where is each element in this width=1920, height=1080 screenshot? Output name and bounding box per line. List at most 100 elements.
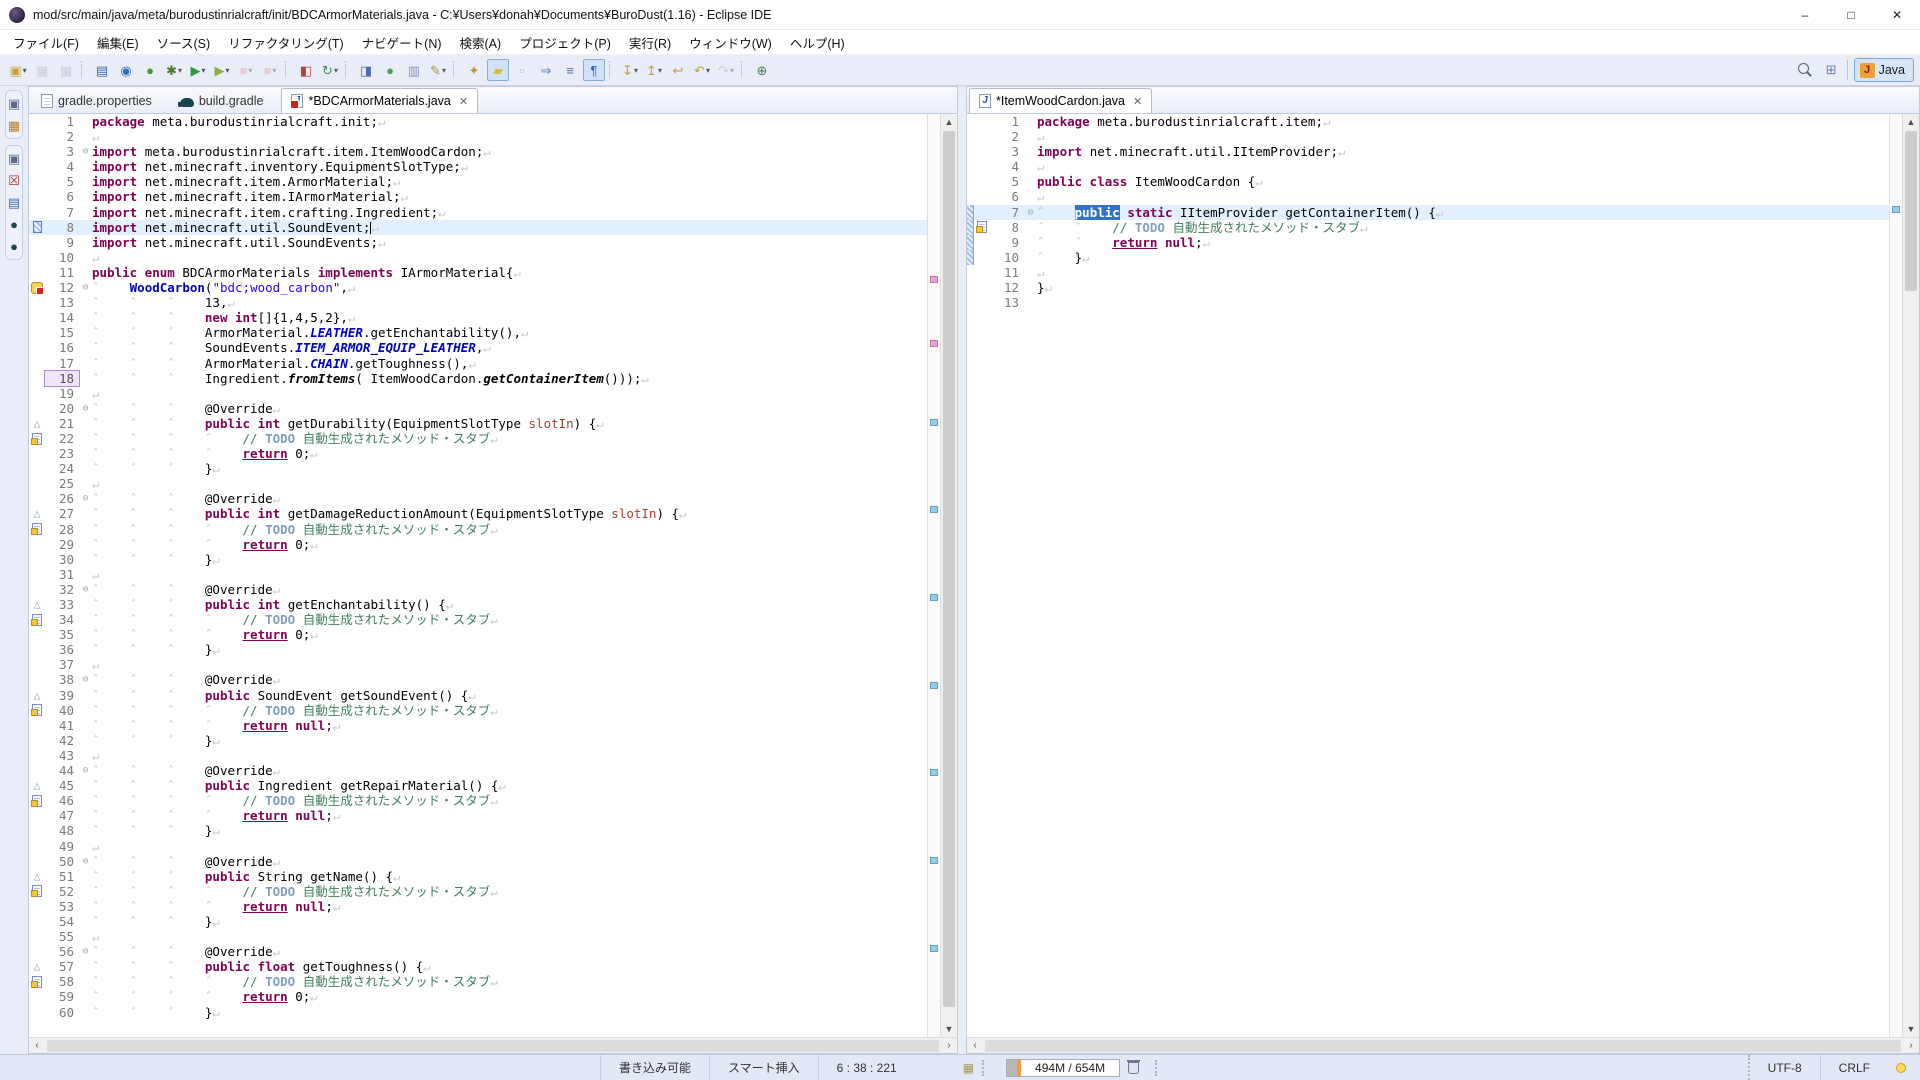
scroll-thumb[interactable]: [985, 1040, 1901, 1052]
code-line[interactable]: 31 ↵: [29, 567, 927, 582]
fold-marker[interactable]: [1024, 235, 1037, 250]
fold-marker[interactable]: [79, 597, 92, 612]
annotation-gutter[interactable]: [974, 295, 990, 310]
annotation-gutter[interactable]: [29, 310, 45, 325]
notification-bulb-icon[interactable]: [1896, 1063, 1906, 1073]
fold-marker[interactable]: [79, 989, 92, 1004]
fold-marker[interactable]: [79, 431, 92, 446]
code-line[interactable]: 33 ˆ ˆ ˆ public int getEnchantability() …: [29, 597, 927, 612]
fold-marker[interactable]: [1024, 280, 1037, 295]
fold-marker[interactable]: [79, 869, 92, 884]
overview-marker[interactable]: [930, 276, 938, 283]
vertical-scrollbar-left[interactable]: ▲ ▼: [940, 114, 957, 1037]
annotation-gutter[interactable]: [29, 250, 45, 265]
annotation-gutter[interactable]: [29, 657, 45, 672]
annotation-gutter[interactable]: [974, 159, 990, 174]
code-line[interactable]: 6 ↵: [967, 189, 1889, 204]
annotation-gutter[interactable]: [29, 582, 45, 597]
code-line[interactable]: 20 ⊖ ˆ ˆ ˆ @Override↵: [29, 401, 927, 416]
fold-marker[interactable]: ⊖: [79, 763, 92, 778]
back-button[interactable]: ↶ ▾: [691, 59, 713, 81]
fold-marker[interactable]: [79, 159, 92, 174]
annotation-gutter[interactable]: [29, 839, 45, 854]
annotation-gutter[interactable]: [29, 205, 45, 220]
annotation-gutter[interactable]: [29, 748, 45, 763]
code-line[interactable]: 26 ⊖ ˆ ˆ ˆ @Override↵: [29, 491, 927, 506]
annotation-gutter[interactable]: [29, 491, 45, 506]
annotation-gutter[interactable]: [29, 506, 45, 521]
fold-marker[interactable]: [79, 793, 92, 808]
fold-marker[interactable]: [79, 823, 92, 838]
scroll-down-arrow[interactable]: ▼: [1903, 1021, 1919, 1037]
annotation-gutter[interactable]: [29, 567, 45, 582]
code-line[interactable]: 60 ˆ ˆ ˆ }↵: [29, 1005, 927, 1020]
annotation-gutter[interactable]: [29, 144, 45, 159]
fold-marker[interactable]: ⊖: [79, 854, 92, 869]
fold-marker[interactable]: [79, 567, 92, 582]
fold-marker[interactable]: [79, 974, 92, 989]
coverage-button[interactable]: ▶ ▾: [211, 59, 233, 81]
annotation-gutter[interactable]: [29, 174, 45, 189]
code-line[interactable]: 11 public enum BDCArmorMaterials impleme…: [29, 265, 927, 280]
fold-marker[interactable]: ⊖: [79, 944, 92, 959]
fold-marker[interactable]: [79, 250, 92, 265]
scroll-right-arrow[interactable]: ›: [1903, 1040, 1919, 1051]
new-wizard-button[interactable]: ▣ ▾: [7, 59, 29, 81]
build-gradle-button[interactable]: ◉ ▾: [115, 59, 137, 81]
annotation-gutter[interactable]: [974, 129, 990, 144]
open-task-button[interactable]: ▤ ▾: [91, 59, 113, 81]
java-perspective-button[interactable]: J Java: [1854, 58, 1914, 82]
code-line[interactable]: 5 public class ItemWoodCardon {↵: [967, 174, 1889, 189]
editor-tab[interactable]: *BDCArmorMaterials.java ✕: [281, 88, 478, 113]
fold-marker[interactable]: [79, 386, 92, 401]
annotation-gutter[interactable]: [29, 793, 45, 808]
restore-view-button[interactable]: ▣: [8, 152, 20, 165]
fold-marker[interactable]: [79, 506, 92, 521]
code-line[interactable]: 36 ˆ ˆ ˆ }↵: [29, 642, 927, 657]
debug-button[interactable]: ✱ ▾: [163, 59, 185, 81]
annotation-gutter[interactable]: [29, 461, 45, 476]
open-perspective-icon[interactable]: ⊞: [1826, 62, 1837, 78]
fold-marker[interactable]: [1024, 159, 1037, 174]
code-line[interactable]: 44 ⊖ ˆ ˆ ˆ @Override↵: [29, 763, 927, 778]
gradle-executions-view-button[interactable]: ●: [10, 240, 18, 253]
menu-item[interactable]: ナビゲート(N): [353, 30, 451, 55]
code-line[interactable]: 30 ˆ ˆ ˆ }↵: [29, 552, 927, 567]
code-editor-left[interactable]: 1 package meta.burodustinrialcraft.init;…: [29, 114, 927, 1037]
external-annotations-button[interactable]: ✎ ▾: [427, 59, 449, 81]
paste-clipboard-button[interactable]: ▥ ▾: [403, 59, 425, 81]
annotation-gutter[interactable]: [29, 356, 45, 371]
code-line[interactable]: 54 ˆ ˆ ˆ }↵: [29, 914, 927, 929]
fold-marker[interactable]: [79, 416, 92, 431]
annotation-gutter[interactable]: [29, 672, 45, 687]
code-line[interactable]: 2 ↵: [967, 129, 1889, 144]
code-line[interactable]: 1 package meta.burodustinrialcraft.init;…: [29, 114, 927, 129]
code-line[interactable]: 29 ˆ ˆ ˆ ˆ return 0;↵: [29, 537, 927, 552]
fold-marker[interactable]: [79, 295, 92, 310]
fold-marker[interactable]: [79, 205, 92, 220]
call-hierarchy-button[interactable]: ≡ ▾: [559, 59, 581, 81]
save-button[interactable]: ▦ ▾: [31, 59, 53, 81]
code-line[interactable]: 3 import net.minecraft.util.IItemProvide…: [967, 144, 1889, 159]
fold-marker[interactable]: [79, 189, 92, 204]
editor-tab[interactable]: *ItemWoodCardon.java ✕: [969, 88, 1152, 113]
fold-marker[interactable]: [79, 220, 92, 235]
annotation-gutter[interactable]: [29, 808, 45, 823]
annotation-gutter[interactable]: [974, 144, 990, 159]
annotation-gutter[interactable]: [29, 703, 45, 718]
scroll-down-arrow[interactable]: ▼: [941, 1021, 957, 1037]
fold-marker[interactable]: [79, 476, 92, 491]
annotation-gutter[interactable]: [974, 205, 990, 220]
code-line[interactable]: 23 ˆ ˆ ˆ ˆ return 0;↵: [29, 446, 927, 461]
scroll-thumb[interactable]: [943, 131, 955, 1007]
fold-marker[interactable]: [79, 748, 92, 763]
annotation-gutter[interactable]: [29, 1005, 45, 1020]
fold-marker[interactable]: ⊖: [79, 280, 92, 295]
code-line[interactable]: 45 ˆ ˆ ˆ public Ingredient getRepairMate…: [29, 778, 927, 793]
code-line[interactable]: 50 ⊖ ˆ ˆ ˆ @Override↵: [29, 854, 927, 869]
annotation-gutter[interactable]: [29, 114, 45, 129]
fold-marker[interactable]: [79, 642, 92, 657]
code-line[interactable]: 47 ˆ ˆ ˆ ˆ return null;↵: [29, 808, 927, 823]
tab-close-icon[interactable]: ✕: [459, 95, 468, 108]
code-line[interactable]: 48 ˆ ˆ ˆ }↵: [29, 823, 927, 838]
